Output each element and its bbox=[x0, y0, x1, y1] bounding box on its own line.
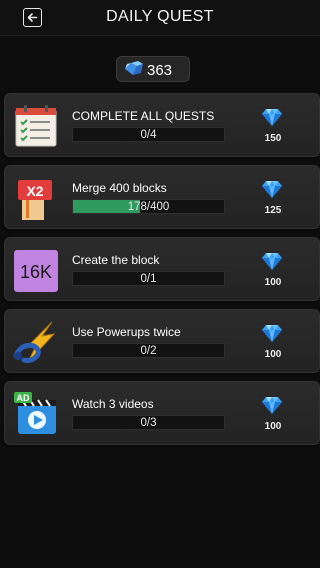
gem-balance: 363 bbox=[116, 56, 190, 82]
quest-card-create-block[interactable]: 16K Create the block 0/1 100 bbox=[4, 237, 320, 301]
quest-card-complete-all[interactable]: COMPLETE ALL QUESTS 0/4 150 bbox=[4, 93, 320, 157]
video-ad-icon: AD bbox=[14, 392, 56, 434]
diamond-icon bbox=[262, 325, 282, 342]
diamond-icon bbox=[262, 253, 282, 270]
x2-label: X2 bbox=[26, 183, 43, 199]
quest-progress-text: 0/2 bbox=[140, 345, 157, 357]
quest-card-merge-blocks[interactable]: X2 Merge 400 blocks 178/400 125 bbox=[4, 165, 320, 229]
quest-title: Watch 3 videos bbox=[72, 397, 154, 411]
quest-title: Merge 400 blocks bbox=[72, 181, 167, 195]
gem-cluster-icon bbox=[125, 61, 143, 75]
quest-card-watch-videos[interactable]: AD Watch 3 videos 0/3 100 bbox=[4, 381, 320, 445]
block-label: 16K bbox=[20, 262, 52, 282]
quest-progress-text: 0/4 bbox=[140, 129, 157, 141]
quest-progress-bar: 0/3 bbox=[72, 415, 225, 430]
quest-progress-bar: 0/1 bbox=[72, 271, 225, 286]
x2-multiplier-icon: X2 bbox=[18, 180, 52, 220]
diamond-icon bbox=[262, 109, 282, 126]
quest-title: Create the block bbox=[72, 253, 160, 267]
quest-progress-text: 0/1 bbox=[140, 273, 157, 285]
quest-title: COMPLETE ALL QUESTS bbox=[72, 109, 215, 123]
quest-title: Use Powerups twice bbox=[72, 325, 181, 339]
quest-progress-text: 178/400 bbox=[127, 201, 170, 213]
reward-amount: 150 bbox=[264, 133, 282, 144]
powerup-icon bbox=[13, 321, 56, 363]
quest-progress-bar: 178/400 bbox=[72, 199, 225, 214]
quest-progress-text: 0/3 bbox=[140, 417, 157, 429]
top-bar: DAILY QUEST bbox=[0, 0, 320, 36]
quest-card-use-powerups[interactable]: Use Powerups twice 0/2 100 bbox=[4, 309, 320, 373]
16k-block-icon: 16K bbox=[14, 250, 58, 292]
reward-amount: 100 bbox=[264, 421, 282, 432]
quest-progress-bar: 0/2 bbox=[72, 343, 225, 358]
ad-label: AD bbox=[17, 393, 30, 403]
checklist-icon bbox=[15, 105, 57, 147]
reward-amount: 125 bbox=[264, 205, 282, 216]
gem-balance-value: 363 bbox=[147, 62, 173, 79]
diamond-icon bbox=[262, 181, 282, 198]
page-title: DAILY QUEST bbox=[106, 8, 214, 25]
quest-progress-bar: 0/4 bbox=[72, 127, 225, 142]
reward-amount: 100 bbox=[264, 349, 282, 360]
reward-amount: 100 bbox=[264, 277, 282, 288]
diamond-icon bbox=[262, 397, 282, 414]
